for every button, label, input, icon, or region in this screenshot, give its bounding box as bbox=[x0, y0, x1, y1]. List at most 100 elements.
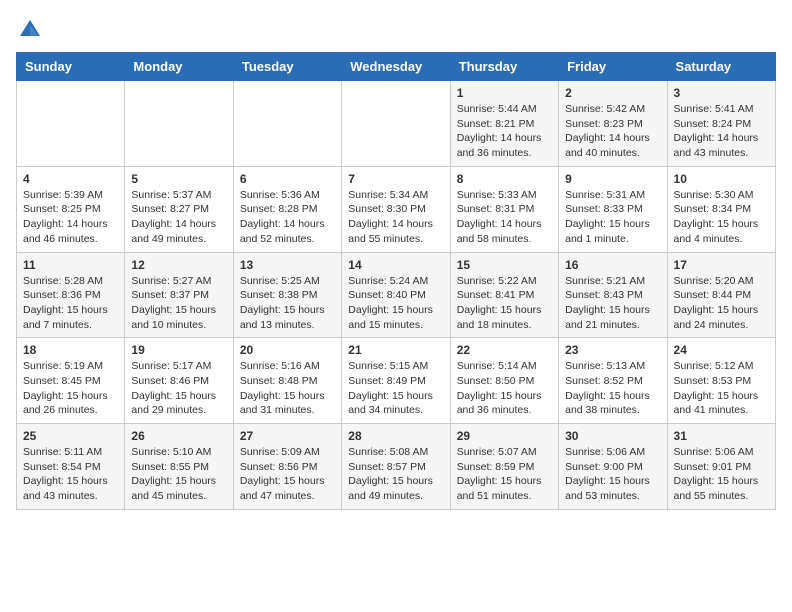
day-header-monday: Monday bbox=[125, 53, 233, 81]
day-number: 26 bbox=[131, 429, 226, 443]
day-header-saturday: Saturday bbox=[667, 53, 775, 81]
calendar-cell: 10Sunrise: 5:30 AMSunset: 8:34 PMDayligh… bbox=[667, 166, 775, 252]
page-header bbox=[16, 16, 776, 44]
calendar-cell: 31 Sunrise: 5:06 AMSunset: 9:01 PMDayligh… bbox=[667, 424, 775, 510]
day-number: 11 bbox=[23, 258, 118, 272]
day-number: 15 bbox=[457, 258, 552, 272]
day-info: Sunrise: 5:19 AMSunset: 8:45 PMDaylight:… bbox=[23, 359, 118, 418]
day-number: 18 bbox=[23, 343, 118, 357]
day-info: Sunrise: 5:28 AMSunset: 8:36 PMDaylight:… bbox=[23, 274, 118, 333]
day-info: Sunrise: 5:07 AMSunset: 8:59 PMDaylight:… bbox=[457, 445, 552, 504]
calendar-cell: 1 Sunrise: 5:44 AMSunset: 8:21 PMDaylight… bbox=[450, 81, 558, 167]
calendar-cell: 7 Sunrise: 5:34 AMSunset: 8:30 PMDaylight… bbox=[342, 166, 450, 252]
day-info: Sunrise: 5:31 AMSunset: 8:33 PMDaylight:… bbox=[565, 188, 660, 247]
calendar-header-row: SundayMondayTuesdayWednesdayThursdayFrid… bbox=[17, 53, 776, 81]
day-number: 2 bbox=[565, 86, 660, 100]
day-number: 22 bbox=[457, 343, 552, 357]
calendar-cell: 9 Sunrise: 5:31 AMSunset: 8:33 PMDaylight… bbox=[559, 166, 667, 252]
day-info: Sunrise: 5:16 AMSunset: 8:48 PMDaylight:… bbox=[240, 359, 335, 418]
day-number: 24 bbox=[674, 343, 769, 357]
day-number: 16 bbox=[565, 258, 660, 272]
day-number: 12 bbox=[131, 258, 226, 272]
calendar-cell: 6Sunrise: 5:36 AMSunset: 8:28 PMDaylight… bbox=[233, 166, 341, 252]
calendar-cell: 15 Sunrise: 5:22 AMSunset: 8:41 PMDayligh… bbox=[450, 252, 558, 338]
day-info: Sunrise: 5:06 AMSunset: 9:00 PMDaylight:… bbox=[565, 445, 660, 504]
day-info: Sunrise: 5:20 AMSunset: 8:44 PMDaylight:… bbox=[674, 274, 769, 333]
day-number: 4 bbox=[23, 172, 118, 186]
calendar-week-row: 18 Sunrise: 5:19 AMSunset: 8:45 PMDayligh… bbox=[17, 338, 776, 424]
calendar-cell: 21Sunrise: 5:15 AMSunset: 8:49 PMDayligh… bbox=[342, 338, 450, 424]
day-info: Sunrise: 5:09 AMSunset: 8:56 PMDaylight:… bbox=[240, 445, 335, 504]
calendar-cell: 17 Sunrise: 5:20 AMSunset: 8:44 PMDayligh… bbox=[667, 252, 775, 338]
day-number: 29 bbox=[457, 429, 552, 443]
calendar-cell bbox=[233, 81, 341, 167]
day-number: 23 bbox=[565, 343, 660, 357]
calendar-cell: 3 Sunrise: 5:41 AMSunset: 8:24 PMDaylight… bbox=[667, 81, 775, 167]
day-info: Sunrise: 5:11 AMSunset: 8:54 PMDaylight:… bbox=[23, 445, 118, 504]
calendar-cell: 27 Sunrise: 5:09 AMSunset: 8:56 PMDayligh… bbox=[233, 424, 341, 510]
logo-icon bbox=[16, 16, 44, 44]
day-number: 6 bbox=[240, 172, 335, 186]
day-number: 5 bbox=[131, 172, 226, 186]
day-info: Sunrise: 5:10 AMSunset: 8:55 PMDaylight:… bbox=[131, 445, 226, 504]
calendar-cell: 18 Sunrise: 5:19 AMSunset: 8:45 PMDayligh… bbox=[17, 338, 125, 424]
calendar-cell: 11 Sunrise: 5:28 AMSunset: 8:36 PMDayligh… bbox=[17, 252, 125, 338]
day-number: 1 bbox=[457, 86, 552, 100]
day-info: Sunrise: 5:30 AMSunset: 8:34 PMDaylight:… bbox=[674, 188, 769, 247]
day-info: Sunrise: 5:34 AMSunset: 8:30 PMDaylight:… bbox=[348, 188, 443, 247]
day-info: Sunrise: 5:24 AMSunset: 8:40 PMDaylight:… bbox=[348, 274, 443, 333]
day-info: Sunrise: 5:41 AMSunset: 8:24 PMDaylight:… bbox=[674, 102, 769, 161]
day-info: Sunrise: 5:14 AMSunset: 8:50 PMDaylight:… bbox=[457, 359, 552, 418]
day-header-sunday: Sunday bbox=[17, 53, 125, 81]
day-number: 19 bbox=[131, 343, 226, 357]
day-info: Sunrise: 5:08 AMSunset: 8:57 PMDaylight:… bbox=[348, 445, 443, 504]
day-number: 7 bbox=[348, 172, 443, 186]
calendar-cell: 14 Sunrise: 5:24 AMSunset: 8:40 PMDayligh… bbox=[342, 252, 450, 338]
day-number: 31 bbox=[674, 429, 769, 443]
calendar-cell: 26 Sunrise: 5:10 AMSunset: 8:55 PMDayligh… bbox=[125, 424, 233, 510]
day-header-tuesday: Tuesday bbox=[233, 53, 341, 81]
calendar-cell: 28 Sunrise: 5:08 AMSunset: 8:57 PMDayligh… bbox=[342, 424, 450, 510]
day-header-wednesday: Wednesday bbox=[342, 53, 450, 81]
day-info: Sunrise: 5:21 AMSunset: 8:43 PMDaylight:… bbox=[565, 274, 660, 333]
day-number: 27 bbox=[240, 429, 335, 443]
day-number: 30 bbox=[565, 429, 660, 443]
day-number: 17 bbox=[674, 258, 769, 272]
day-info: Sunrise: 5:25 AMSunset: 8:38 PMDaylight:… bbox=[240, 274, 335, 333]
day-info: Sunrise: 5:44 AMSunset: 8:21 PMDaylight:… bbox=[457, 102, 552, 161]
calendar-week-row: 4 Sunrise: 5:39 AMSunset: 8:25 PMDaylight… bbox=[17, 166, 776, 252]
day-number: 14 bbox=[348, 258, 443, 272]
day-info: Sunrise: 5:12 AMSunset: 8:53 PMDaylight:… bbox=[674, 359, 769, 418]
calendar-cell: 23 Sunrise: 5:13 AMSunset: 8:52 PMDayligh… bbox=[559, 338, 667, 424]
day-number: 20 bbox=[240, 343, 335, 357]
day-info: Sunrise: 5:27 AMSunset: 8:37 PMDaylight:… bbox=[131, 274, 226, 333]
calendar-cell bbox=[342, 81, 450, 167]
day-number: 28 bbox=[348, 429, 443, 443]
day-info: Sunrise: 5:15 AMSunset: 8:49 PMDaylight:… bbox=[348, 359, 443, 418]
calendar-week-row: 25 Sunrise: 5:11 AMSunset: 8:54 PMDayligh… bbox=[17, 424, 776, 510]
day-info: Sunrise: 5:13 AMSunset: 8:52 PMDaylight:… bbox=[565, 359, 660, 418]
calendar-week-row: 1 Sunrise: 5:44 AMSunset: 8:21 PMDaylight… bbox=[17, 81, 776, 167]
day-number: 9 bbox=[565, 172, 660, 186]
day-number: 13 bbox=[240, 258, 335, 272]
calendar-cell bbox=[17, 81, 125, 167]
calendar-cell bbox=[125, 81, 233, 167]
day-number: 8 bbox=[457, 172, 552, 186]
day-info: Sunrise: 5:39 AMSunset: 8:25 PMDaylight:… bbox=[23, 188, 118, 247]
calendar-cell: 4 Sunrise: 5:39 AMSunset: 8:25 PMDaylight… bbox=[17, 166, 125, 252]
day-info: Sunrise: 5:17 AMSunset: 8:46 PMDaylight:… bbox=[131, 359, 226, 418]
calendar-cell: 8Sunrise: 5:33 AMSunset: 8:31 PMDaylight… bbox=[450, 166, 558, 252]
calendar-cell: 22 Sunrise: 5:14 AMSunset: 8:50 PMDayligh… bbox=[450, 338, 558, 424]
day-number: 25 bbox=[23, 429, 118, 443]
logo bbox=[16, 16, 48, 44]
calendar-cell: 5Sunrise: 5:37 AMSunset: 8:27 PMDaylight… bbox=[125, 166, 233, 252]
day-info: Sunrise: 5:22 AMSunset: 8:41 PMDaylight:… bbox=[457, 274, 552, 333]
calendar-table: SundayMondayTuesdayWednesdayThursdayFrid… bbox=[16, 52, 776, 510]
calendar-cell: 19 Sunrise: 5:17 AMSunset: 8:46 PMDayligh… bbox=[125, 338, 233, 424]
day-header-thursday: Thursday bbox=[450, 53, 558, 81]
calendar-cell: 16 Sunrise: 5:21 AMSunset: 8:43 PMDayligh… bbox=[559, 252, 667, 338]
day-header-friday: Friday bbox=[559, 53, 667, 81]
day-info: Sunrise: 5:06 AMSunset: 9:01 PMDaylight:… bbox=[674, 445, 769, 504]
calendar-cell: 20 Sunrise: 5:16 AMSunset: 8:48 PMDayligh… bbox=[233, 338, 341, 424]
day-number: 3 bbox=[674, 86, 769, 100]
